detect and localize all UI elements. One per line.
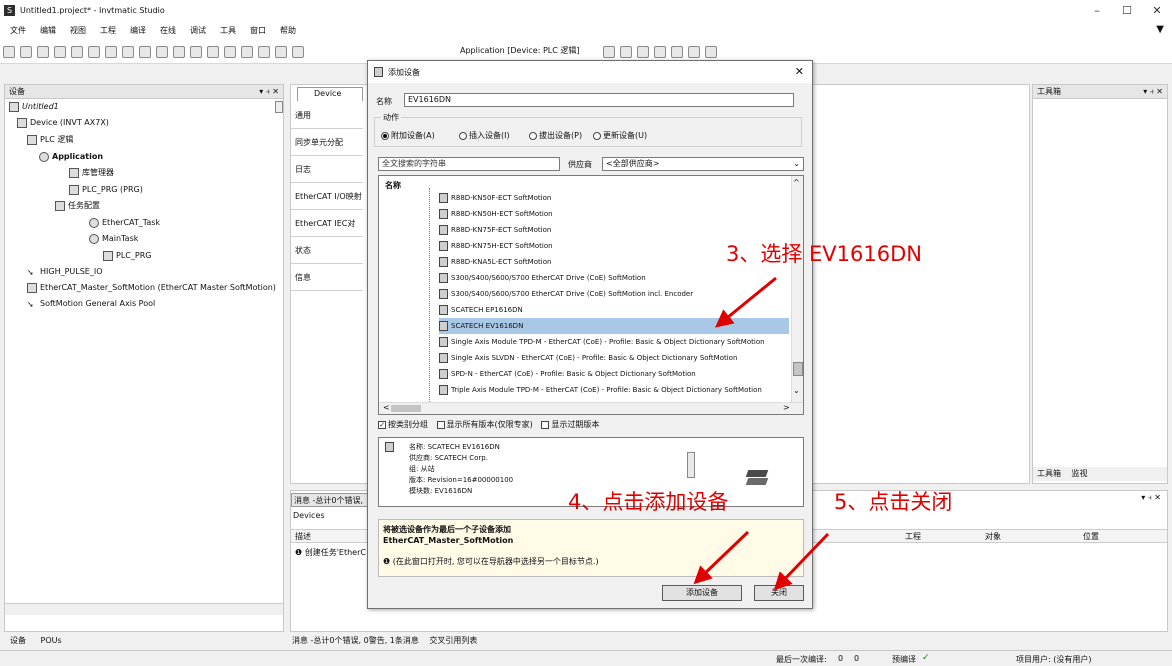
annotation-arrows [693, 276, 830, 591]
arrow-to-add-button [693, 530, 750, 585]
arrow-to-close-button [773, 532, 830, 591]
arrow-to-ev1616dn [715, 276, 777, 328]
